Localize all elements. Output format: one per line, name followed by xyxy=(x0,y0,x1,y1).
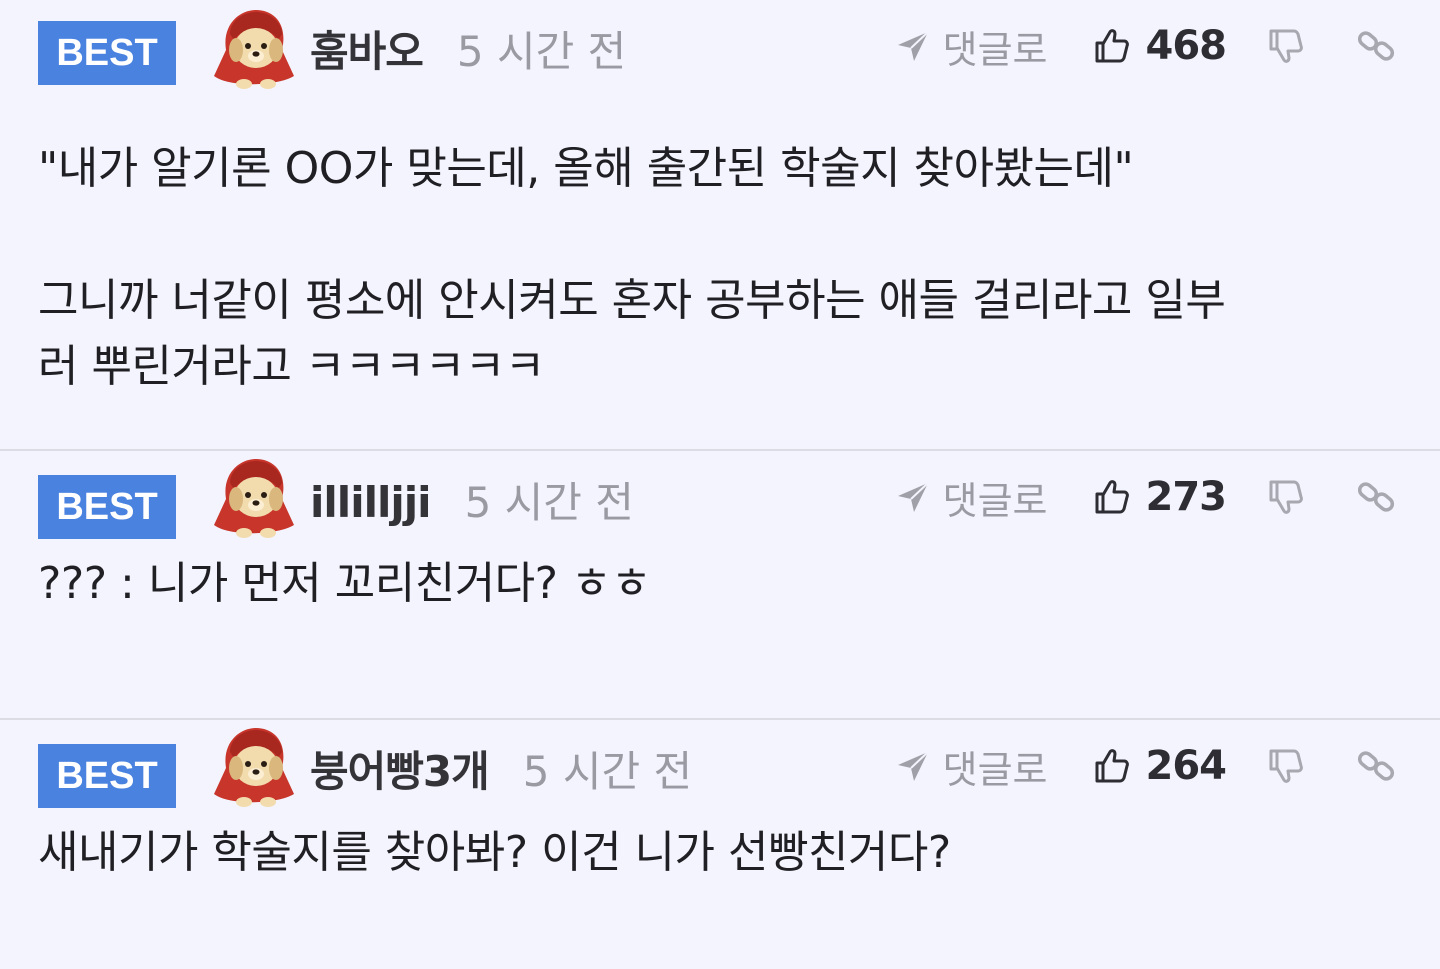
thumbs-down-icon xyxy=(1266,746,1306,786)
comment-author[interactable]: 훔바오 5 시간 전 xyxy=(310,18,626,79)
send-arrow-icon xyxy=(895,28,931,64)
reply-button[interactable]: 댓글로 xyxy=(895,19,1048,74)
like-button[interactable]: 264 xyxy=(1092,743,1227,789)
send-arrow-icon xyxy=(895,748,931,784)
thumbs-down-icon xyxy=(1266,26,1306,66)
like-count: 273 xyxy=(1145,474,1227,520)
reply-button[interactable]: 댓글로 xyxy=(895,470,1048,525)
comment-header: BEST 붕어빵3개 5 시간 전 댓글로 264 xyxy=(38,720,1402,810)
like-count: 264 xyxy=(1145,743,1227,789)
dislike-button[interactable] xyxy=(1266,26,1306,66)
best-badge: BEST xyxy=(38,21,176,85)
reply-label: 댓글로 xyxy=(942,27,1048,72)
avatar[interactable] xyxy=(208,4,298,94)
username[interactable]: illilljji xyxy=(310,478,432,527)
avatar[interactable] xyxy=(208,453,298,543)
comment-item: BEST 붕어빵3개 5 시간 전 댓글로 264 새내기가 학술지를 찾아봐? … xyxy=(0,720,1440,969)
comment-actions: 댓글로 264 xyxy=(895,740,1402,792)
link-button[interactable] xyxy=(1356,477,1396,517)
dislike-button[interactable] xyxy=(1266,746,1306,786)
thumbs-up-icon xyxy=(1092,26,1132,66)
best-badge: BEST xyxy=(38,475,176,539)
comment-header: BEST illilljji 5 시간 전 댓글로 273 xyxy=(38,451,1402,541)
like-count: 468 xyxy=(1145,23,1227,69)
comment-time: 5 시간 전 xyxy=(456,27,627,76)
username[interactable]: 붕어빵3개 xyxy=(310,747,490,796)
comment-actions: 댓글로 273 xyxy=(895,471,1402,523)
thumbs-up-icon xyxy=(1092,746,1132,786)
comment-author[interactable]: illilljji 5 시간 전 xyxy=(310,469,634,530)
comment-time: 5 시간 전 xyxy=(522,747,693,796)
link-button[interactable] xyxy=(1356,26,1396,66)
link-button[interactable] xyxy=(1356,746,1396,786)
send-arrow-icon xyxy=(895,479,931,515)
username[interactable]: 훔바오 xyxy=(310,27,424,76)
avatar[interactable] xyxy=(208,722,298,812)
like-button[interactable]: 273 xyxy=(1092,474,1227,520)
thumbs-down-icon xyxy=(1266,477,1306,517)
comment-item: BEST illilljji 5 시간 전 댓글로 273 ??? : 니가 먼저… xyxy=(0,451,1440,720)
like-button[interactable]: 468 xyxy=(1092,23,1227,69)
comment-time: 5 시간 전 xyxy=(464,478,634,527)
link-icon xyxy=(1356,746,1396,786)
comment-item: BEST 훔바오 5 시간 전 댓글로 468 "내가 알기론 OO가 맞는데, … xyxy=(0,0,1440,451)
thumbs-up-icon xyxy=(1092,477,1132,517)
reply-label: 댓글로 xyxy=(942,747,1048,792)
comment-actions: 댓글로 468 xyxy=(895,20,1402,72)
reply-label: 댓글로 xyxy=(942,478,1048,523)
dislike-button[interactable] xyxy=(1266,477,1306,517)
link-icon xyxy=(1356,26,1396,66)
link-icon xyxy=(1356,477,1396,517)
comment-text: "내가 알기론 OO가 맞는데, 올해 출간된 학술지 찾아봤는데" 그니까 너… xyxy=(38,143,1226,392)
comment-author[interactable]: 붕어빵3개 5 시간 전 xyxy=(310,738,692,799)
best-badge: BEST xyxy=(38,744,176,808)
reply-button[interactable]: 댓글로 xyxy=(895,739,1048,794)
comment-header: BEST 훔바오 5 시간 전 댓글로 468 xyxy=(38,0,1402,92)
